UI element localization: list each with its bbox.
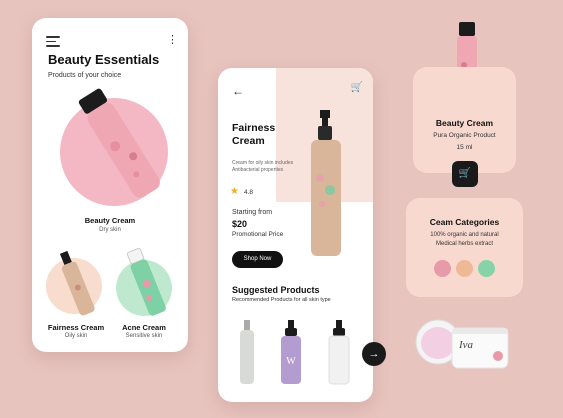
next-arrow-button[interactable]: → (362, 342, 386, 366)
suggested-product-pump[interactable]: W (278, 318, 304, 386)
info-product-name: Beauty Cream (435, 118, 494, 128)
category-swatch-green[interactable] (478, 260, 495, 277)
price-prefix: Starting from (232, 209, 273, 216)
suggested-subtitle: Recommended Products for all skin type (232, 297, 331, 303)
fairness-bottle-image[interactable] (48, 248, 104, 318)
product-info-card: Beauty Cream Pura Organic Product 15 ml (413, 67, 516, 173)
suggested-product-pump[interactable] (326, 318, 352, 386)
shop-now-button[interactable]: Shop Now (232, 251, 283, 268)
product-type: Sensitive skin (125, 333, 163, 339)
price-note: Promotional Price (232, 231, 284, 238)
page-subtitle: Products of your choice (48, 72, 122, 79)
product-type: Oily skin (64, 333, 88, 339)
product-name: Fairness Cream (232, 122, 276, 147)
page-title: Beauty Essentials (48, 52, 160, 67)
info-product-desc: Pura Organic Product (433, 132, 496, 139)
info-product-size: 15 ml (456, 144, 473, 151)
hamburger-menu-icon[interactable] (46, 36, 60, 47)
star-icon: ★ (230, 186, 239, 197)
categories-title: Ceam Categories (429, 217, 500, 227)
suggested-title: Suggested Products (232, 285, 320, 295)
categories-line-1: 100% organic and natural (430, 232, 499, 238)
categories-card: Ceam Categories 100% organic and natural… (406, 198, 523, 297)
more-options-icon[interactable]: ⋮ (167, 35, 178, 46)
category-swatch-peach[interactable] (456, 260, 473, 277)
rating-value: 4.8 (244, 189, 254, 196)
home-screen: ⋮ Beauty Essentials Products of your cho… (32, 18, 188, 352)
product-name: Fairness Cream (47, 323, 105, 332)
acne-bottle-image[interactable] (118, 246, 174, 318)
suggested-product-spray[interactable] (236, 318, 258, 386)
product-description: Cream for oily skin includes Antibacteri… (232, 160, 294, 173)
jar-brand-label: Iva (459, 339, 474, 351)
back-arrow-icon[interactable]: ← (232, 84, 244, 98)
featured-product-name: Beauty Cream (84, 216, 136, 225)
featured-product-type: Dry skin (99, 227, 121, 233)
featured-bottle-image[interactable] (62, 82, 182, 202)
cart-icon[interactable]: 🛒 (351, 82, 363, 93)
svg-text:W: W (286, 356, 296, 367)
product-bottle-image[interactable] (306, 108, 346, 258)
detail-screen: ← 🛒 Fairness Cream Cream for oily skin i… (218, 68, 373, 402)
category-swatch-pink[interactable] (434, 260, 451, 277)
add-to-cart-button[interactable]: 🛒 (452, 161, 478, 187)
price: $20 (232, 219, 248, 229)
categories-line-2: Medical herbs extract (435, 241, 494, 247)
product-name: Acne Cream (122, 323, 166, 332)
